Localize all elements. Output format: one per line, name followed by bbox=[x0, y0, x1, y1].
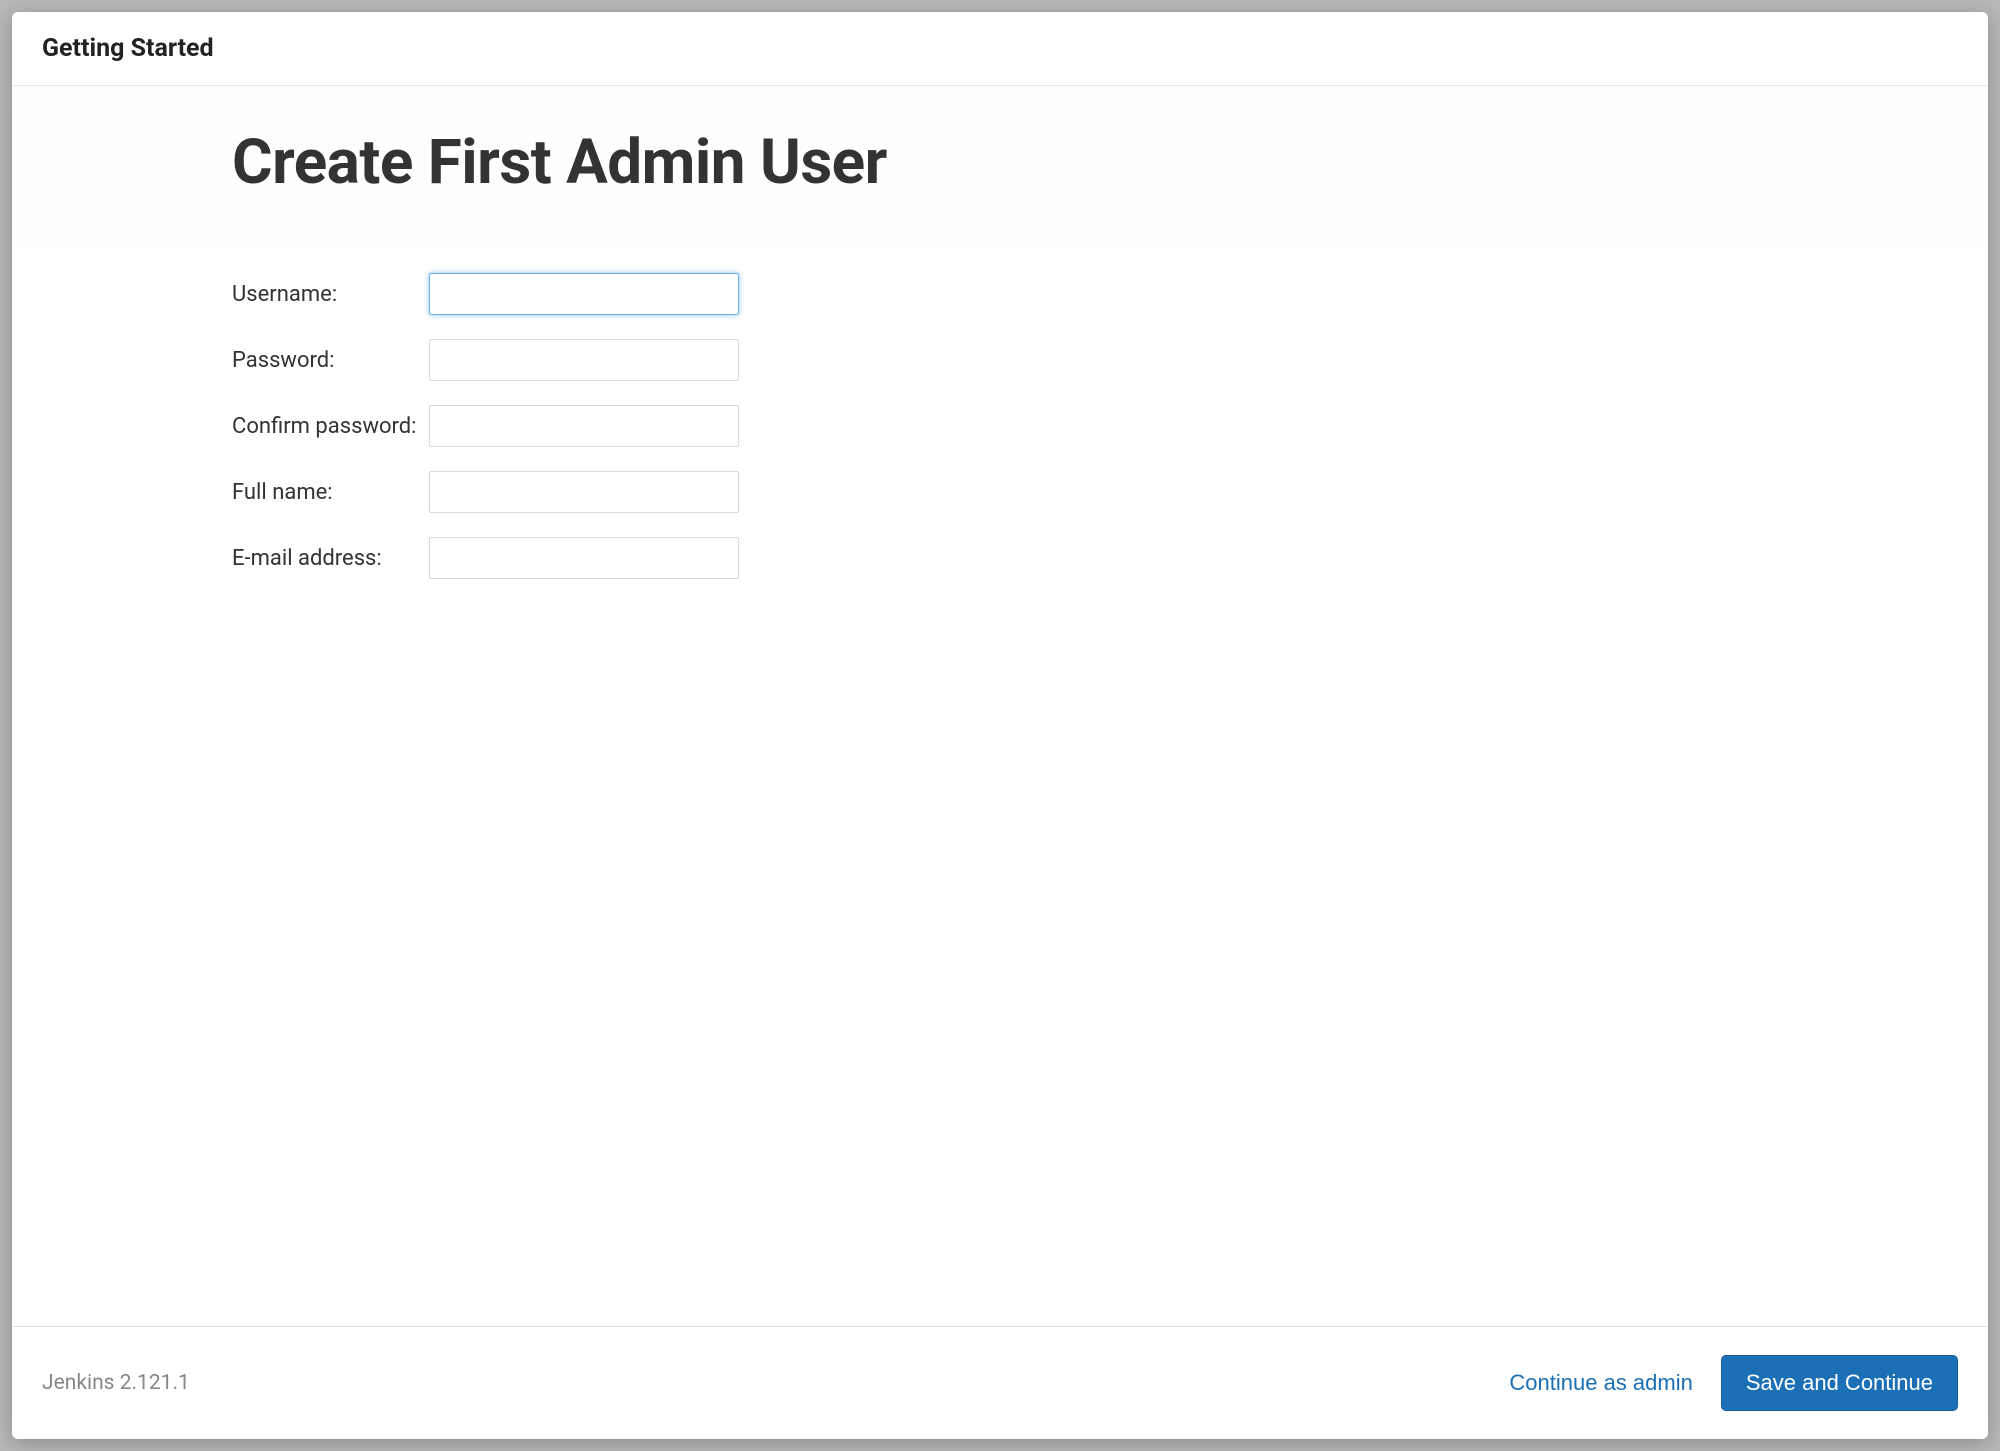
email-field[interactable] bbox=[429, 537, 739, 579]
continue-as-admin-button[interactable]: Continue as admin bbox=[1509, 1370, 1692, 1396]
footer-actions: Continue as admin Save and Continue bbox=[1509, 1355, 1958, 1411]
form-label: E-mail address: bbox=[232, 537, 429, 579]
setup-wizard-modal: Getting Started Create First Admin User … bbox=[12, 12, 1988, 1439]
header-title: Getting Started bbox=[42, 34, 1958, 63]
username-field[interactable] bbox=[429, 273, 739, 315]
form-row: Password: bbox=[232, 339, 739, 381]
save-and-continue-button[interactable]: Save and Continue bbox=[1721, 1355, 1958, 1411]
form-label: Confirm password: bbox=[232, 405, 429, 447]
admin-user-form: Username: Password: Confirm password: Full … bbox=[232, 249, 739, 603]
confirm-password-field[interactable] bbox=[429, 405, 739, 447]
fullname-field[interactable] bbox=[429, 471, 739, 513]
form-label: Full name: bbox=[232, 471, 429, 513]
form-label: Username: bbox=[232, 273, 429, 315]
form-row: Full name: bbox=[232, 471, 739, 513]
modal-footer: Jenkins 2.121.1 Continue as admin Save a… bbox=[12, 1326, 1988, 1439]
form-row: Confirm password: bbox=[232, 405, 739, 447]
modal-header: Getting Started bbox=[12, 12, 1988, 86]
modal-content: Create First Admin User Username: Passwor… bbox=[12, 86, 1988, 1326]
version-label: Jenkins 2.121.1 bbox=[42, 1371, 190, 1395]
page-title: Create First Admin User bbox=[232, 126, 1958, 199]
password-field[interactable] bbox=[429, 339, 739, 381]
form-row: E-mail address: bbox=[232, 537, 739, 579]
form-row: Username: bbox=[232, 273, 739, 315]
form-label: Password: bbox=[232, 339, 429, 381]
